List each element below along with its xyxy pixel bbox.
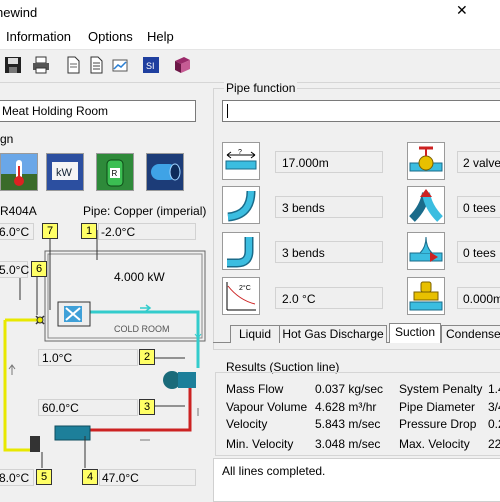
title-bar: newind ✕	[0, 0, 500, 25]
room-thermometer-icon[interactable]	[0, 153, 38, 191]
design-section-label: gn	[0, 132, 14, 146]
point-1-marker: 1	[81, 223, 97, 239]
short-bend-icon[interactable]	[222, 232, 260, 270]
pipe-length-icon[interactable]: ?	[222, 142, 260, 180]
close-icon[interactable]: ✕	[456, 2, 468, 19]
svg-text:R: R	[112, 169, 118, 178]
point-1-temp: -2.0°C	[98, 223, 196, 240]
status-box: All lines completed.	[213, 458, 500, 502]
menu-help[interactable]: Help	[147, 29, 174, 44]
refrigerant-label: R404A	[0, 204, 37, 218]
save-icon[interactable]	[3, 55, 23, 75]
text-cursor	[227, 104, 228, 118]
extra-length-value: 0.000m	[457, 287, 500, 309]
chart-icon[interactable]	[110, 55, 130, 75]
point-2-temp: 1.0°C	[38, 349, 138, 366]
short-bends-value: 3 bends	[275, 241, 383, 263]
through-tees-value: 0 tees	[457, 241, 500, 263]
branch-tees-value: 0 tees	[457, 196, 500, 218]
pipe-material-label: Pipe: Copper (imperial)	[83, 204, 207, 218]
point-7-marker: 7	[42, 223, 58, 239]
design-icon-row: kW R	[0, 153, 200, 195]
print-icon[interactable]	[31, 55, 51, 75]
pipe-function-input[interactable]	[222, 100, 500, 122]
cold-room-label: COLD ROOM	[114, 324, 170, 334]
point-3-temp: 60.0°C	[38, 399, 138, 416]
long-bend-icon[interactable]	[222, 186, 260, 224]
temperature-graph-icon[interactable]: 2°C	[222, 277, 260, 315]
tab-suction[interactable]: Suction	[389, 323, 441, 343]
refrigerant-icon[interactable]: R	[96, 153, 134, 191]
capacity-label: 4.000 kW	[114, 270, 165, 284]
temperature-value: 2.0 °C	[275, 287, 383, 309]
tab-condense[interactable]: Condense	[441, 325, 500, 343]
menu-information[interactable]: Information	[6, 29, 71, 44]
pipe-icon[interactable]	[146, 153, 184, 191]
point-5-temp: 8.0°C	[0, 469, 34, 486]
document-icon[interactable]	[63, 55, 83, 75]
tab-liquid[interactable]: Liquid	[230, 325, 280, 343]
valves-value: 2 valve	[457, 151, 500, 173]
svg-text:?: ?	[238, 149, 242, 156]
menu-bar: Information Options Help	[0, 25, 500, 50]
point-5-marker: 5	[36, 469, 52, 485]
status-text: All lines completed.	[222, 464, 326, 478]
menu-options[interactable]: Options	[88, 29, 133, 44]
tab-hot-gas-discharge[interactable]: Hot Gas Discharge	[279, 325, 387, 343]
pipe-length-value: 17.000m	[275, 151, 383, 173]
point-3-marker: 3	[139, 399, 155, 415]
window-title: newind	[0, 5, 38, 20]
point-6-marker: 6	[31, 261, 47, 277]
point-2-marker: 2	[139, 349, 155, 365]
pipe-function-label: Pipe function	[224, 81, 298, 95]
tee-branch-icon[interactable]	[407, 186, 445, 224]
long-bends-value: 3 bends	[275, 196, 383, 218]
point-6-temp: 5.0°C	[0, 261, 29, 278]
point-7-temp: 6.0°C	[0, 223, 34, 240]
fitting-icon[interactable]	[407, 277, 445, 315]
svg-text:SI: SI	[146, 61, 155, 71]
room-name-field[interactable]: Meat Holding Room	[0, 100, 196, 122]
svg-text:kW: kW	[56, 167, 73, 179]
kw-load-icon[interactable]: kW	[46, 153, 84, 191]
units-icon[interactable]: SI	[141, 55, 161, 75]
tee-through-icon[interactable]	[407, 232, 445, 270]
point-4-temp: 47.0°C	[99, 469, 196, 486]
toolbar: SI	[0, 50, 500, 83]
book-icon[interactable]	[172, 55, 192, 75]
point-4-marker: 4	[82, 469, 98, 485]
report-icon[interactable]	[86, 55, 106, 75]
svg-text:2°C: 2°C	[239, 284, 251, 292]
valve-icon[interactable]	[407, 142, 445, 180]
